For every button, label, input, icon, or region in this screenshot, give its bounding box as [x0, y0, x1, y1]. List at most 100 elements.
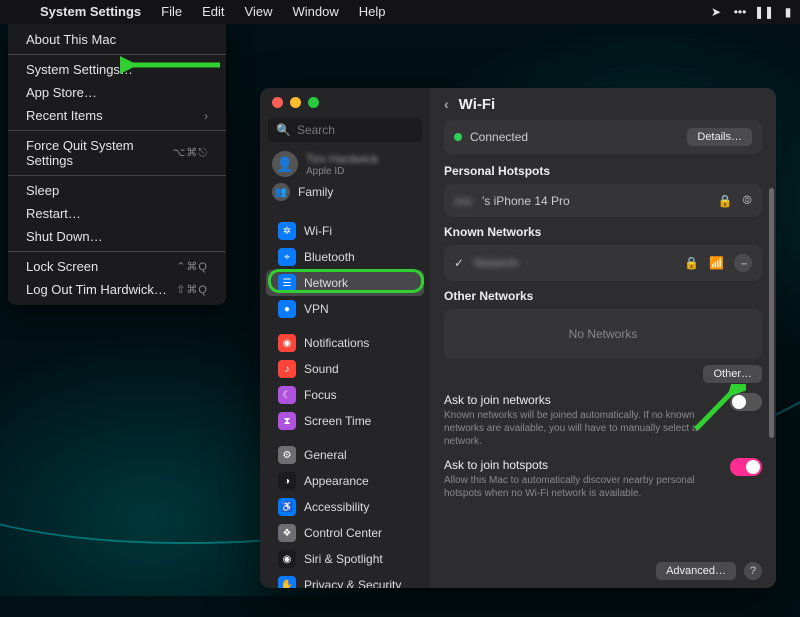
ask-join-hotspots: Ask to join hotspotsAllow this Mac to au…: [444, 458, 762, 500]
ask-join-networks-toggle[interactable]: [730, 393, 762, 411]
page-title: Wi-Fi: [459, 96, 496, 113]
sidebar-item-label: Siri & Spotlight: [304, 552, 383, 566]
lock-icon: 🔒: [684, 256, 699, 270]
sidebar-item-wi-fi[interactable]: ✲ Wi-Fi: [266, 218, 424, 244]
help-button[interactable]: ?: [744, 562, 762, 580]
sidebar-item-privacy-security[interactable]: ✋ Privacy & Security: [266, 572, 424, 588]
system-settings-window: 🔍 Search 👤 Tim HardwickApple ID 👥 Family…: [260, 88, 776, 588]
menu-log-out[interactable]: Log Out Tim Hardwick…⇧⌘Q: [8, 278, 226, 301]
advanced-button[interactable]: Advanced…: [656, 562, 736, 580]
screentime-icon: ⧗: [278, 412, 296, 430]
menu-recent-items[interactable]: Recent Items›: [8, 104, 226, 127]
wifi-status-card: Connected Details…: [444, 120, 762, 154]
menubar-view[interactable]: View: [235, 0, 283, 24]
known-network-row[interactable]: ✓Network 🔒 📶 ···: [444, 245, 762, 281]
wifi-icon: ✲: [278, 222, 296, 240]
checkmark-icon: ✓: [454, 256, 464, 270]
sidebar: 🔍 Search 👤 Tim HardwickApple ID 👥 Family…: [260, 88, 430, 588]
menu-app-store[interactable]: App Store…: [8, 81, 226, 104]
sidebar-item-bluetooth[interactable]: ⌖ Bluetooth: [266, 244, 424, 270]
sidebar-item-sound[interactable]: ♪ Sound: [266, 356, 424, 382]
menubar-window[interactable]: Window: [282, 0, 348, 24]
sidebar-family[interactable]: 👥 Family: [260, 180, 430, 204]
no-networks-label: No Networks: [444, 309, 762, 359]
content-pane: ‹ Wi-Fi Connected Details… Personal Hots…: [430, 88, 776, 588]
vpn-icon: ●: [278, 300, 296, 318]
chevron-right-icon: ›: [204, 109, 208, 123]
sidebar-item-siri-spotlight[interactable]: ◉ Siri & Spotlight: [266, 546, 424, 572]
sidebar-item-label: Screen Time: [304, 414, 371, 428]
status-text: Connected: [470, 130, 528, 144]
menubar-file[interactable]: File: [151, 0, 192, 24]
menu-about-this-mac[interactable]: About This Mac: [8, 28, 226, 51]
siri-icon: ◉: [278, 550, 296, 568]
search-icon: 🔍: [276, 123, 291, 137]
battery-icon[interactable]: ▮: [776, 5, 800, 19]
hotspot-row[interactable]: xxx's iPhone 14 Pro 🔒⦾: [444, 184, 762, 217]
sidebar-item-appearance[interactable]: ◑Appearance: [266, 468, 424, 494]
accessibility-icon: ♿: [278, 498, 296, 516]
menu-sleep[interactable]: Sleep: [8, 179, 226, 202]
menubar: System Settings File Edit View Window He…: [0, 0, 800, 24]
more-icon[interactable]: •••: [728, 5, 752, 19]
sidebar-item-label: General: [304, 448, 347, 462]
sidebar-item-accessibility[interactable]: ♿ Accessibility: [266, 494, 424, 520]
close-button[interactable]: [272, 97, 283, 108]
sidebar-item-notifications[interactable]: ◉ Notifications: [266, 330, 424, 356]
sound-icon: ♪: [278, 360, 296, 378]
ask-join-networks: Ask to join networksKnown networks will …: [444, 393, 762, 448]
details-button[interactable]: Details…: [687, 128, 752, 146]
search-input[interactable]: 🔍 Search: [268, 118, 422, 142]
sidebar-item-label: VPN: [304, 302, 329, 316]
avatar: 👤: [272, 151, 298, 177]
pause-icon[interactable]: ❚❚: [752, 5, 776, 19]
fullscreen-button[interactable]: [308, 97, 319, 108]
ask-join-hotspots-toggle[interactable]: [730, 458, 762, 476]
section-known-networks: Known Networks: [444, 225, 762, 239]
sidebar-item-label: Wi-Fi: [304, 224, 332, 238]
sidebar-item-screen-time[interactable]: ⧗ Screen Time: [266, 408, 424, 434]
scrollbar[interactable]: [769, 188, 774, 548]
sidebar-item-network[interactable]: ☰ Network: [266, 270, 424, 296]
sidebar-item-label: Network: [304, 276, 348, 290]
section-other-networks: Other Networks: [444, 289, 762, 303]
sidebar-item-label: Control Center: [304, 526, 382, 540]
network-icon: ☰: [278, 274, 296, 292]
sidebar-item-label: Privacy & Security: [304, 578, 401, 588]
menubar-edit[interactable]: Edit: [192, 0, 234, 24]
menu-force-quit[interactable]: Force Quit System Settings⌥⌘⎋: [8, 134, 226, 172]
menubar-help[interactable]: Help: [349, 0, 396, 24]
menu-restart[interactable]: Restart…: [8, 202, 226, 225]
sidebar-item-general[interactable]: ⚙General: [266, 442, 424, 468]
section-personal-hotspots: Personal Hotspots: [444, 164, 762, 178]
search-placeholder: Search: [297, 123, 335, 137]
minimize-button[interactable]: [290, 97, 301, 108]
annotation-arrow-settings: [120, 56, 230, 74]
back-button[interactable]: ‹: [444, 96, 449, 112]
lock-icon: 🔒: [717, 194, 732, 208]
sidebar-item-control-center[interactable]: ❖ Control Center: [266, 520, 424, 546]
apple-id-account[interactable]: 👤 Tim HardwickApple ID: [260, 148, 430, 180]
status-dot-icon: [454, 133, 462, 141]
other-button[interactable]: Other…: [703, 365, 762, 383]
menubar-app[interactable]: System Settings: [30, 0, 151, 24]
family-icon: 👥: [272, 183, 290, 201]
sidebar-item-label: Bluetooth: [304, 250, 355, 264]
sidebar-item-label: Notifications: [304, 336, 369, 350]
appearance-icon: ◑: [278, 472, 296, 490]
menu-lock-screen[interactable]: Lock Screen⌃⌘Q: [8, 255, 226, 278]
control-center-icon: ❖: [278, 524, 296, 542]
sidebar-item-label: Accessibility: [304, 500, 369, 514]
sidebar-item-vpn[interactable]: ● VPN: [266, 296, 424, 322]
hotspot-icon: ⦾: [742, 193, 752, 208]
location-arrow-icon[interactable]: ➤: [704, 5, 728, 19]
privacy-icon: ✋: [278, 576, 296, 588]
focus-icon: ☾: [278, 386, 296, 404]
menu-shut-down[interactable]: Shut Down…: [8, 225, 226, 248]
sidebar-item-label: Focus: [304, 388, 337, 402]
bell-icon: ◉: [278, 334, 296, 352]
sidebar-item-label: Sound: [304, 362, 339, 376]
more-options-button[interactable]: ···: [734, 254, 752, 272]
bluetooth-icon: ⌖: [278, 248, 296, 266]
sidebar-item-focus[interactable]: ☾ Focus: [266, 382, 424, 408]
